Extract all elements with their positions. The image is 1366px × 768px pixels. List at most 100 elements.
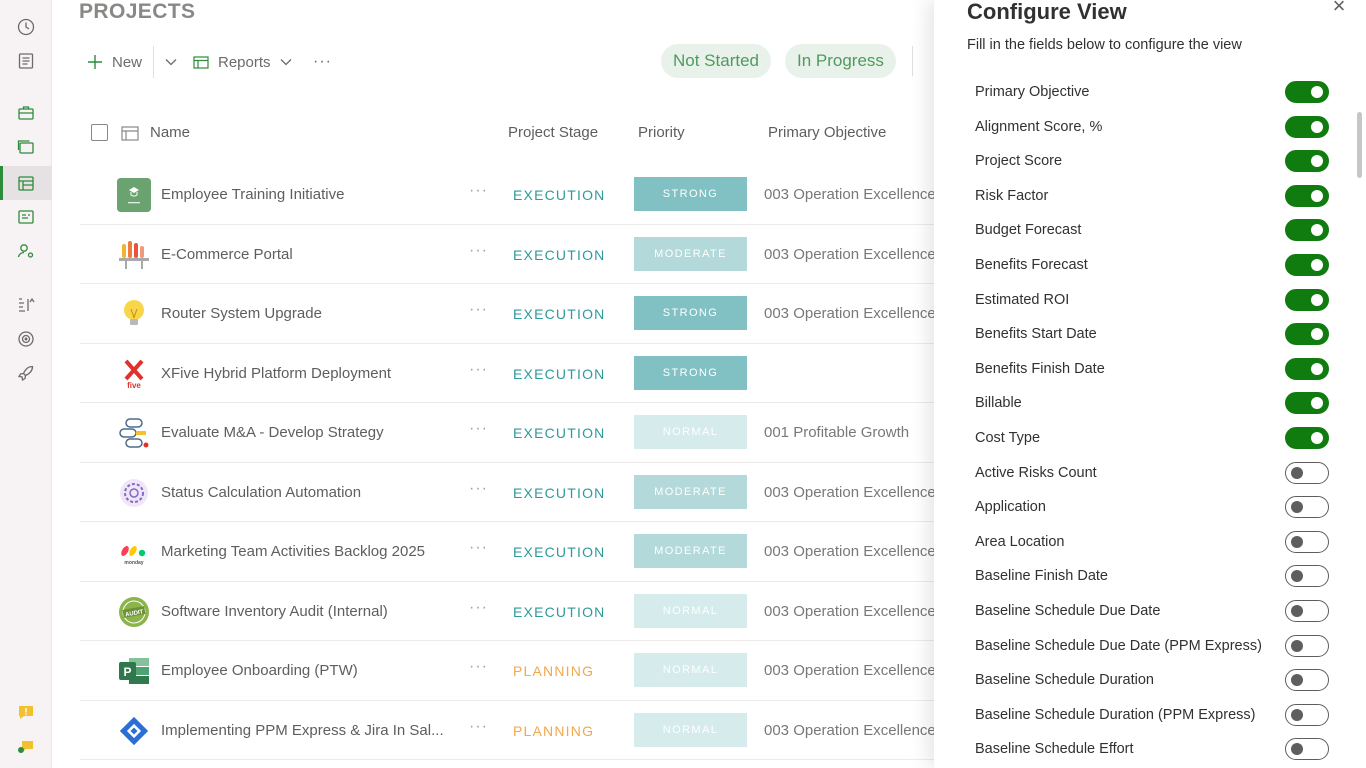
resources-icon[interactable] bbox=[0, 234, 52, 268]
chat-icon[interactable] bbox=[0, 730, 52, 764]
launch-icon[interactable] bbox=[0, 356, 52, 390]
field-toggle[interactable] bbox=[1285, 288, 1329, 311]
more-options-button[interactable]: ··· bbox=[313, 44, 332, 80]
field-toggle[interactable] bbox=[1285, 599, 1329, 622]
field-toggle[interactable] bbox=[1285, 184, 1329, 207]
field-toggle[interactable] bbox=[1285, 426, 1329, 449]
project-name[interactable]: Marketing Team Activities Backlog 2025 bbox=[161, 543, 425, 560]
project-objective: 001 Profitable Growth bbox=[764, 424, 910, 441]
field-toggle[interactable] bbox=[1285, 115, 1329, 138]
field-toggle[interactable] bbox=[1285, 357, 1329, 380]
table-row[interactable]: AUDIT Software Inventory Audit (Internal… bbox=[80, 582, 934, 641]
field-toggle[interactable] bbox=[1285, 530, 1329, 553]
objectives-icon[interactable] bbox=[0, 322, 52, 356]
table-row[interactable]: P Employee Onboarding (PTW) ··· PLANNING… bbox=[80, 641, 934, 701]
row-more-button[interactable]: ··· bbox=[469, 658, 488, 676]
row-more-button[interactable]: ··· bbox=[469, 301, 488, 319]
ideas-icon[interactable] bbox=[0, 200, 52, 234]
field-label: Alignment Score, % bbox=[975, 118, 1103, 135]
configure-view-panel: Configure View × Fill in the fields belo… bbox=[934, 0, 1366, 768]
table-row[interactable]: five XFive Hybrid Platform Deployment ··… bbox=[80, 344, 934, 403]
left-nav-rail bbox=[0, 0, 52, 768]
field-label: Baseline Schedule Due Date bbox=[975, 602, 1161, 619]
project-name[interactable]: Router System Upgrade bbox=[161, 305, 322, 322]
row-more-button[interactable]: ··· bbox=[469, 599, 488, 617]
document-icon[interactable] bbox=[0, 44, 52, 78]
field-label: Application bbox=[975, 499, 1046, 516]
table-row[interactable]: E-Commerce Portal ··· EXECUTION MODERATE… bbox=[80, 225, 934, 284]
new-dropdown-button[interactable] bbox=[162, 44, 180, 80]
field-label: Billable bbox=[975, 395, 1022, 412]
training-icon bbox=[117, 178, 151, 212]
field-label: Baseline Schedule Duration bbox=[975, 672, 1154, 689]
field-toggle[interactable] bbox=[1285, 81, 1329, 103]
table-row[interactable]: Implementing PPM Express & Jira In Sal..… bbox=[80, 701, 934, 760]
field-toggle[interactable] bbox=[1285, 150, 1329, 173]
column-header-objective[interactable]: Primary Objective bbox=[768, 124, 886, 141]
row-more-button[interactable]: ··· bbox=[469, 420, 488, 438]
field-toggle[interactable] bbox=[1285, 392, 1329, 415]
field-toggle[interactable] bbox=[1285, 669, 1329, 692]
field-toggle[interactable] bbox=[1285, 496, 1329, 519]
table-row[interactable]: Router System Upgrade ··· EXECUTION STRO… bbox=[80, 284, 934, 344]
table-row[interactable]: monday Marketing Team Activities Backlog… bbox=[80, 522, 934, 582]
field-toggle[interactable] bbox=[1285, 323, 1329, 346]
priority-badge: NORMAL bbox=[634, 712, 747, 747]
field-row: Primary Objective bbox=[975, 75, 1335, 110]
priority-badge: STRONG bbox=[634, 355, 747, 390]
roadmap-icon[interactable] bbox=[0, 288, 52, 322]
command-bar: New Reports ··· Not Started In Progress bbox=[80, 44, 934, 80]
project-name[interactable]: Evaluate M&A - Develop Strategy bbox=[161, 424, 384, 441]
field-toggle[interactable] bbox=[1285, 461, 1329, 484]
panel-scrollbar[interactable] bbox=[1354, 78, 1366, 768]
scrollbar-thumb[interactable] bbox=[1357, 112, 1362, 178]
recent-icon[interactable] bbox=[0, 10, 52, 44]
projects-icon[interactable] bbox=[0, 166, 52, 200]
field-toggle[interactable] bbox=[1285, 253, 1329, 276]
column-header-name[interactable]: Name bbox=[150, 124, 190, 141]
portfolio-icon[interactable] bbox=[0, 96, 52, 130]
field-toggle[interactable] bbox=[1285, 738, 1329, 761]
filter-not-started[interactable]: Not Started bbox=[661, 44, 771, 78]
svg-text:five: five bbox=[127, 381, 141, 390]
field-label: Active Risks Count bbox=[975, 464, 1097, 481]
project-name[interactable]: XFive Hybrid Platform Deployment bbox=[161, 365, 391, 382]
row-more-button[interactable]: ··· bbox=[469, 480, 488, 498]
project-name[interactable]: Software Inventory Audit (Internal) bbox=[161, 603, 388, 620]
field-label: Baseline Finish Date bbox=[975, 568, 1108, 585]
field-toggle[interactable] bbox=[1285, 219, 1329, 242]
row-more-button[interactable]: ··· bbox=[469, 361, 488, 379]
field-toggle[interactable] bbox=[1285, 565, 1329, 588]
priority-badge: STRONG bbox=[634, 296, 747, 330]
project-name[interactable]: Employee Training Initiative bbox=[161, 186, 344, 203]
field-toggle[interactable] bbox=[1285, 703, 1329, 726]
project-stage: PLANNING bbox=[513, 663, 595, 679]
xfive-logo-icon: five bbox=[117, 356, 151, 391]
field-toggle[interactable] bbox=[1285, 634, 1329, 657]
filter-in-progress[interactable]: In Progress bbox=[785, 44, 896, 78]
new-button[interactable]: New bbox=[86, 44, 142, 80]
row-more-button[interactable]: ··· bbox=[469, 182, 488, 200]
programs-icon[interactable] bbox=[0, 130, 52, 164]
close-icon[interactable]: × bbox=[1330, 0, 1348, 17]
project-name[interactable]: Employee Onboarding (PTW) bbox=[161, 662, 358, 679]
project-objective: 003 Operation Excellence bbox=[764, 721, 934, 739]
field-label: Project Score bbox=[975, 153, 1063, 170]
row-more-button[interactable]: ··· bbox=[469, 718, 488, 736]
column-header-stage[interactable]: Project Stage bbox=[508, 124, 598, 141]
feedback-icon[interactable] bbox=[0, 696, 52, 730]
row-more-button[interactable]: ··· bbox=[469, 539, 488, 557]
project-name[interactable]: Status Calculation Automation bbox=[161, 484, 361, 501]
table-row[interactable]: Status Calculation Automation ··· EXECUT… bbox=[80, 463, 934, 522]
row-more-button[interactable]: ··· bbox=[469, 242, 488, 260]
project-objective: 003 Operation Excellence bbox=[764, 186, 934, 203]
project-stage: EXECUTION bbox=[513, 187, 606, 203]
table-row[interactable]: Evaluate M&A - Develop Strategy ··· EXEC… bbox=[80, 403, 934, 463]
field-label: Cost Type bbox=[975, 429, 1041, 446]
project-name[interactable]: Implementing PPM Express & Jira In Sal..… bbox=[161, 722, 444, 739]
column-header-priority[interactable]: Priority bbox=[638, 124, 685, 141]
reports-button[interactable]: Reports bbox=[192, 44, 295, 80]
project-name[interactable]: E-Commerce Portal bbox=[161, 246, 293, 263]
select-all-checkbox[interactable] bbox=[91, 124, 108, 141]
table-row[interactable]: Employee Training Initiative ··· EXECUTI… bbox=[80, 165, 934, 225]
